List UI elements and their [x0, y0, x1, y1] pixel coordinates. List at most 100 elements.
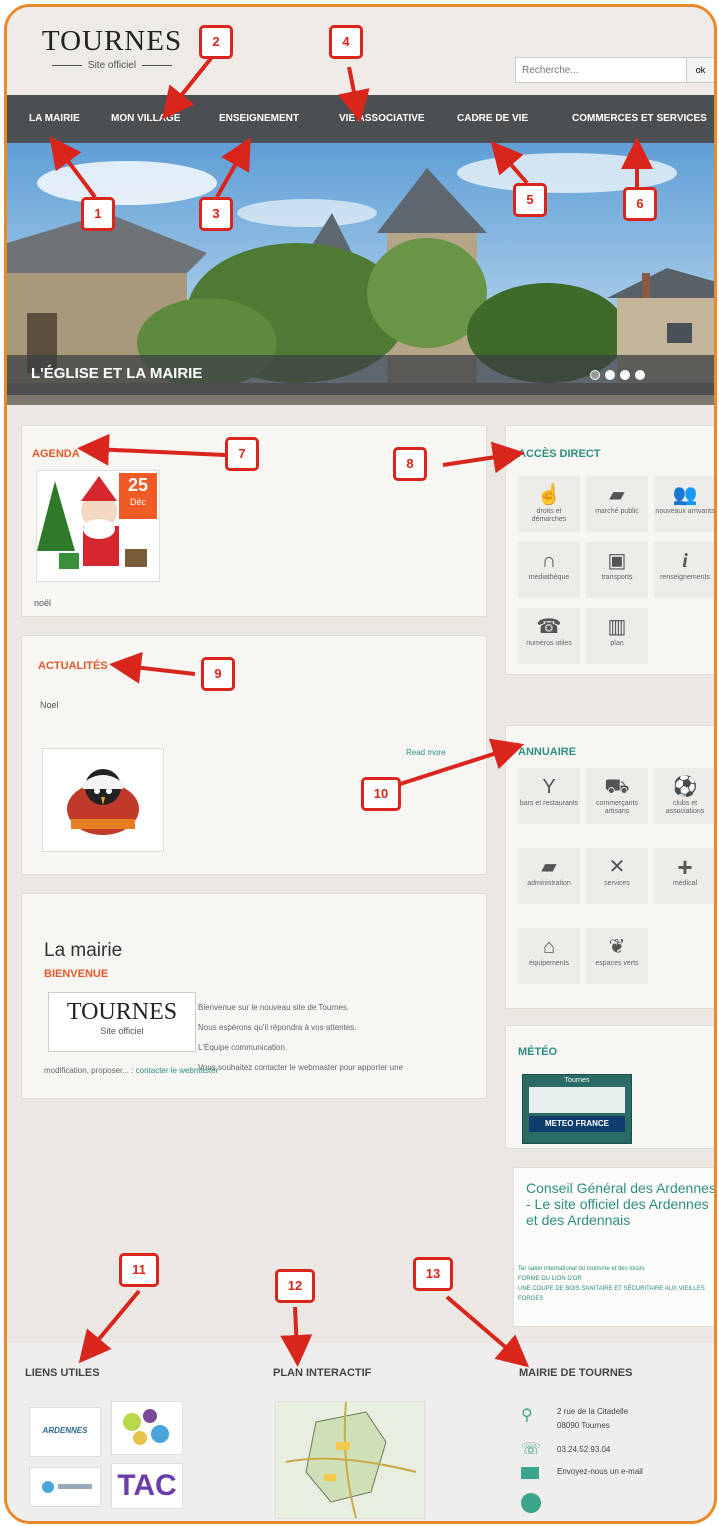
- plan-interactif-title: PLAN INTERACTIF: [273, 1367, 372, 1379]
- tile-equipements[interactable]: ⌂ équipements: [518, 928, 580, 984]
- hero-slider[interactable]: L'ÉGLISE ET LA MAIRIE: [7, 143, 714, 405]
- home-icon: ⌂: [542, 936, 556, 958]
- slider-dot[interactable]: [620, 370, 630, 380]
- search-input[interactable]: [515, 57, 687, 83]
- slider-dots: [590, 370, 645, 380]
- sport-icon: ⚽: [672, 776, 698, 798]
- plan-interactif-map[interactable]: [275, 1401, 425, 1519]
- mairie-title: La mairie: [44, 940, 123, 961]
- mairie-panel: La mairie BIENVENUE TOURNES Site officie…: [21, 893, 487, 1099]
- callout-2: 2: [199, 25, 233, 59]
- tile-medical[interactable]: + médical: [654, 848, 714, 904]
- mairie-contact-prefix: modification, proposer... :: [44, 1066, 134, 1075]
- slider-dot[interactable]: [635, 370, 645, 380]
- meteo-panel: MÉTÉO Tournes METEO FRANCE: [505, 1025, 714, 1149]
- nav-item-cadre-de-vie[interactable]: CADRE DE VIE: [457, 95, 528, 143]
- callout-1: 1: [81, 197, 115, 231]
- ardennes-logo-link[interactable]: ARDENNES: [29, 1407, 101, 1457]
- tile-nouveaux-arrivants[interactable]: 👥 nouveaux arrivants: [654, 476, 714, 532]
- meteo-france-logo: METEO FRANCE: [529, 1116, 625, 1132]
- tac-logo-link[interactable]: TAC: [111, 1463, 183, 1509]
- tile-services[interactable]: ✕ services: [586, 848, 648, 904]
- mairie-email-link[interactable]: Envoyez-nous un e-mail: [557, 1467, 643, 1476]
- cart-icon: ⛟: [604, 776, 630, 798]
- email-icon: [521, 1467, 539, 1479]
- partner-logo-link[interactable]: [111, 1401, 183, 1455]
- folder-icon: ▰: [541, 856, 557, 878]
- village-map: [276, 1401, 424, 1519]
- cocktail-icon: Y: [542, 776, 556, 798]
- acces-direct-title: ACCÈS DIRECT: [518, 448, 601, 460]
- tile-clubs-et-associations[interactable]: ⚽ clubs et associations: [654, 768, 714, 824]
- search-button[interactable]: ok: [687, 57, 714, 83]
- conseil-link[interactable]: UNE COUPE DE BOIS SANITAIRE ET SÉCURITAI…: [518, 1284, 714, 1304]
- meteo-widget[interactable]: Tournes METEO FRANCE: [522, 1074, 632, 1144]
- conseil-general-title[interactable]: Conseil Général des Ardennes - Le site o…: [526, 1180, 714, 1228]
- site-footer: LIENS UTILES ARDENNES TAC PLAN INTERACTI…: [7, 1343, 714, 1521]
- tile-administration[interactable]: ▰ administration: [518, 848, 580, 904]
- conseil-link[interactable]: FORME DU LION D'OR: [518, 1274, 714, 1284]
- tile-espaces-verts[interactable]: ❦ espaces verts: [586, 928, 648, 984]
- leaf-icon: ❦: [608, 936, 626, 958]
- nav-item-la-mairie[interactable]: LA MAIRIE: [29, 95, 80, 143]
- agenda-event-title[interactable]: noël: [34, 598, 51, 608]
- nav-item-enseignement[interactable]: ENSEIGNEMENT: [219, 95, 299, 143]
- callout-12: 12: [275, 1269, 315, 1303]
- tile-numeros-utiles[interactable]: ☎ numéros utiles: [518, 608, 580, 664]
- conseil-general-panel: Conseil Général des Ardennes - Le site o…: [513, 1167, 714, 1327]
- main-nav: LA MAIRIE MON VILLAGE ENSEIGNEMENT VIE A…: [7, 95, 714, 143]
- headphones-icon: ∩: [541, 550, 557, 572]
- region-logo-link[interactable]: [29, 1467, 101, 1507]
- callout-3: 3: [199, 197, 233, 231]
- hand-icon: ☝: [536, 484, 562, 506]
- slider-dot[interactable]: [605, 370, 615, 380]
- callout-8: 8: [393, 447, 427, 481]
- callout-6: 6: [623, 187, 657, 221]
- tile-marche-public[interactable]: ▰ marché public: [586, 476, 648, 532]
- tile-transports[interactable]: ▣ transports: [586, 542, 648, 598]
- search-form: ok: [515, 57, 714, 83]
- acces-direct-panel: ACCÈS DIRECT ☝ droits et démarches ▰ mar…: [505, 425, 714, 675]
- plus-icon: +: [677, 852, 693, 882]
- read-more-link[interactable]: Read more: [406, 748, 446, 757]
- nav-item-commerces-et-services[interactable]: COMMERCES ET SERVICES: [572, 95, 707, 143]
- callout-4: 4: [329, 25, 363, 59]
- annuaire-panel: ANNUAIRE Y bars et restaurants ⛟ commerç…: [505, 725, 714, 1009]
- tile-droits-et-demarches[interactable]: ☝ droits et démarches: [518, 476, 580, 532]
- calimero-illustration: [67, 769, 139, 835]
- info-icon: i: [682, 550, 688, 572]
- callout-13: 13: [413, 1257, 453, 1291]
- tile-bars-et-restaurants[interactable]: Y bars et restaurants: [518, 768, 580, 824]
- nav-item-vie-associative[interactable]: VIE ASSOCIATIVE: [339, 95, 425, 143]
- meteo-widget-title: Tournes: [564, 1077, 590, 1084]
- news-item-title[interactable]: Noel: [40, 700, 59, 710]
- nav-item-mon-village[interactable]: MON VILLAGE: [111, 95, 180, 143]
- slider-dot[interactable]: [590, 370, 600, 380]
- meteo-title: MÉTÉO: [518, 1046, 558, 1058]
- people-icon: 👥: [672, 484, 698, 506]
- colorful-logo: [123, 1409, 169, 1445]
- actualites-title: ACTUALITÉS: [38, 660, 108, 672]
- tile-renseignements[interactable]: i renseignements: [654, 542, 714, 598]
- agenda-event-image[interactable]: 25 Déc: [36, 470, 160, 582]
- site-logo[interactable]: TOURNES Site officiel: [37, 25, 187, 71]
- region-logo: [42, 1481, 92, 1493]
- tile-mediatheque[interactable]: ∩ médiathèque: [518, 542, 580, 598]
- logo-subtitle: Site officiel: [87, 60, 137, 71]
- mairie-text: Bienvenue sur le nouveau site de Tournes…: [198, 1003, 404, 1072]
- conseil-link[interactable]: Ter salon international du tourisme et d…: [518, 1264, 714, 1274]
- callout-9: 9: [201, 657, 235, 691]
- callout-11: 11: [119, 1253, 159, 1287]
- news-item-image[interactable]: [42, 748, 164, 852]
- tile-commercants-artisans[interactable]: ⛟ commerçants artisans: [586, 768, 648, 824]
- tile-plan[interactable]: ▥ plan: [586, 608, 648, 664]
- mairie-subtitle: BIENVENUE: [44, 968, 109, 980]
- agenda-date-badge: 25 Déc: [119, 473, 157, 519]
- mairie-phone[interactable]: 03.24.52.93.04: [557, 1445, 610, 1454]
- social-icon[interactable]: [521, 1493, 541, 1513]
- contact-webmaster-link[interactable]: contacter le webmaster: [136, 1066, 219, 1075]
- conseil-general-links: Ter salon international du tourisme et d…: [518, 1264, 714, 1304]
- mairie-address: 2 rue de la Citadelle 08090 Tournes: [557, 1407, 629, 1430]
- logo-title: TOURNES: [41, 25, 183, 57]
- phone-icon: ☏: [521, 1441, 542, 1458]
